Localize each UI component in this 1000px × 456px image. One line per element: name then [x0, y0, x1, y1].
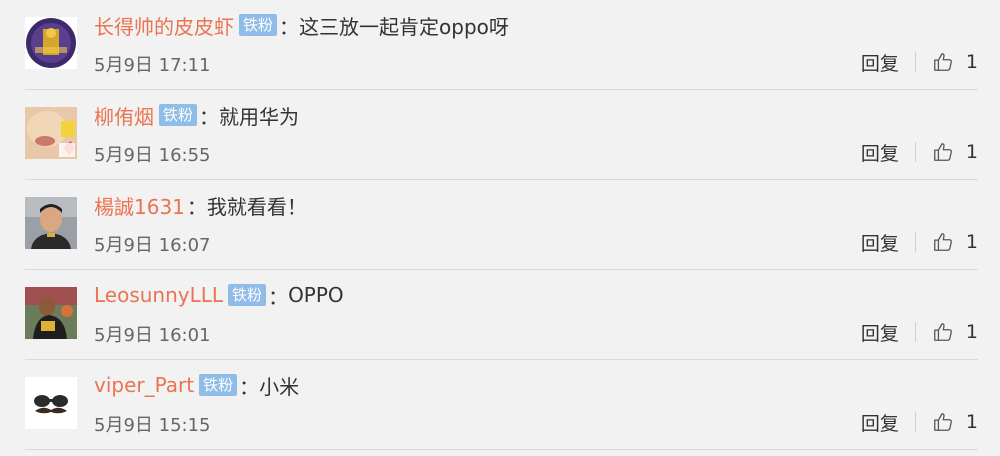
- thumbs-up-icon: [934, 323, 952, 341]
- like-button[interactable]: 1: [932, 51, 978, 73]
- action-divider: [914, 322, 916, 342]
- colon-separator: ：: [186, 194, 207, 219]
- comment-item: LeosunnyLLL 铁粉 ： OPPO 5月9日 16:01 回复 1: [0, 270, 1000, 360]
- comment-time: 5月9日 15:15: [94, 415, 211, 436]
- like-button[interactable]: 1: [932, 411, 978, 433]
- comment-time: 5月9日 16:01: [94, 325, 211, 346]
- username-link[interactable]: 长得帅的皮皮虾: [94, 11, 234, 40]
- colon-separator: ：: [279, 14, 300, 39]
- comment-item: 柳侑烟 铁粉 ： 就用华为 5月9日 16:55 回复 1: [0, 90, 1000, 180]
- comment-item: 楊誠1631 ： 我就看看！ 5月9日 16:07 回复 1: [0, 180, 1000, 270]
- comment-actions: 回复 1: [861, 138, 978, 166]
- fan-badge[interactable]: 铁粉: [228, 284, 267, 306]
- user-avatar[interactable]: [25, 17, 77, 69]
- divider: [25, 449, 978, 450]
- thumbs-up-icon: [934, 53, 952, 71]
- comment-time: 5月9日 16:55: [94, 145, 211, 166]
- username-link[interactable]: viper_Part: [94, 373, 194, 397]
- fan-badge[interactable]: 铁粉: [199, 374, 238, 396]
- username-link[interactable]: LeosunnyLLL: [94, 283, 223, 307]
- like-button[interactable]: 1: [932, 321, 978, 343]
- comment-line: LeosunnyLLL 铁粉 ： OPPO: [94, 279, 344, 311]
- comment-actions: 回复 1: [861, 48, 978, 76]
- like-button[interactable]: 1: [932, 141, 978, 163]
- like-count: 1: [965, 231, 978, 253]
- like-button[interactable]: 1: [932, 231, 978, 253]
- reply-button[interactable]: 回复: [861, 319, 899, 346]
- reply-button[interactable]: 回复: [861, 229, 899, 256]
- comment-item: 长得帅的皮皮虾 铁粉 ： 这三放一起肯定oppo呀 5月9日 17:11 回复 …: [0, 0, 1000, 90]
- comment-line: viper_Part 铁粉 ： 小米: [94, 369, 299, 401]
- reply-button[interactable]: 回复: [861, 409, 899, 436]
- action-divider: [914, 52, 916, 72]
- colon-separator: ：: [199, 104, 220, 129]
- like-count: 1: [965, 411, 978, 433]
- fan-badge[interactable]: 铁粉: [159, 104, 198, 126]
- comment-actions: 回复 1: [861, 228, 978, 256]
- action-divider: [914, 232, 916, 252]
- thumbs-up-icon: [934, 233, 952, 251]
- comment-line: 柳侑烟 铁粉 ： 就用华为: [94, 99, 299, 131]
- comment-text: 我就看看！: [206, 194, 307, 219]
- username-link[interactable]: 柳侑烟: [94, 101, 154, 130]
- like-count: 1: [965, 141, 978, 163]
- like-count: 1: [965, 51, 978, 73]
- comment-time: 5月9日 17:11: [94, 55, 211, 76]
- thumbs-up-icon: [934, 143, 952, 161]
- user-avatar[interactable]: [25, 377, 77, 429]
- action-divider: [914, 412, 916, 432]
- user-avatar[interactable]: [25, 107, 77, 159]
- comment-text: 就用华为: [219, 104, 300, 129]
- action-divider: [914, 142, 916, 162]
- comment-actions: 回复 1: [861, 318, 978, 346]
- like-count: 1: [965, 321, 978, 343]
- comment-time: 5月9日 16:07: [94, 235, 211, 256]
- comment-text: 这三放一起肯定oppo呀: [299, 14, 509, 39]
- comment-line: 楊誠1631 ： 我就看看！: [94, 189, 307, 221]
- comment-item: viper_Part 铁粉 ： 小米 5月9日 15:15 回复 1: [0, 360, 1000, 450]
- comment-actions: 回复 1: [861, 408, 978, 436]
- colon-separator: ：: [239, 374, 260, 399]
- comment-text: OPPO: [288, 283, 344, 307]
- reply-button[interactable]: 回复: [861, 139, 899, 166]
- user-avatar[interactable]: [25, 197, 77, 249]
- fan-badge[interactable]: 铁粉: [239, 14, 278, 36]
- thumbs-up-icon: [934, 413, 952, 431]
- user-avatar[interactable]: [25, 287, 77, 339]
- reply-button[interactable]: 回复: [861, 49, 899, 76]
- comment-text: 小米: [259, 374, 300, 399]
- colon-separator: ：: [268, 284, 289, 309]
- username-link[interactable]: 楊誠1631: [94, 191, 185, 220]
- comment-line: 长得帅的皮皮虾 铁粉 ： 这三放一起肯定oppo呀: [94, 9, 509, 41]
